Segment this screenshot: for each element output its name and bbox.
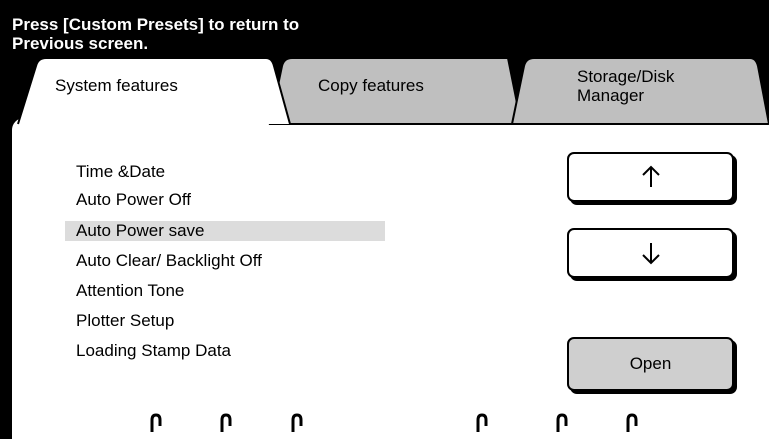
- tab-label-storage-line-2: Manager: [577, 86, 645, 105]
- feature-item-loading-stamp-data[interactable]: Loading Stamp Data: [65, 341, 385, 361]
- scroll-up-button[interactable]: [567, 152, 734, 202]
- arrow-up-icon: [641, 165, 660, 187]
- feature-item-auto-power-off[interactable]: Auto Power Off: [65, 190, 385, 210]
- pin-hook-icon: [556, 413, 568, 432]
- pin-hook-icon: [291, 413, 303, 432]
- arrow-down-icon: [641, 243, 660, 265]
- tab-copy-features[interactable]: Copy features: [318, 76, 424, 96]
- open-button-label: Open: [629, 354, 672, 373]
- pin-hook-icon: [626, 413, 638, 432]
- tab-storage-disk-manager[interactable]: Storage/Disk Manager: [577, 67, 674, 105]
- pin-hook-icon: [220, 413, 232, 432]
- open-button[interactable]: Open: [567, 337, 734, 391]
- feature-item-auto-power-save[interactable]: Auto Power save: [65, 221, 385, 241]
- tab-system-features[interactable]: System features: [55, 76, 178, 96]
- feature-item-attention-tone[interactable]: Attention Tone: [65, 281, 385, 301]
- tab-label-system-features: System features: [55, 76, 178, 95]
- pin-hook-icon: [150, 413, 162, 432]
- feature-item-time-date[interactable]: Time &Date: [65, 162, 385, 182]
- scroll-down-button[interactable]: [567, 228, 734, 278]
- feature-item-auto-clear-backlight-off[interactable]: Auto Clear/ Backlight Off: [65, 251, 385, 271]
- tab-label-storage-line-1: Storage/Disk: [577, 67, 675, 86]
- feature-item-plotter-setup[interactable]: Plotter Setup: [65, 311, 385, 331]
- tab-label-copy-features: Copy features: [318, 76, 424, 95]
- pin-hook-icon: [476, 413, 488, 432]
- custom-presets-screen: Press [Custom Presets] to return to Prev…: [0, 0, 769, 439]
